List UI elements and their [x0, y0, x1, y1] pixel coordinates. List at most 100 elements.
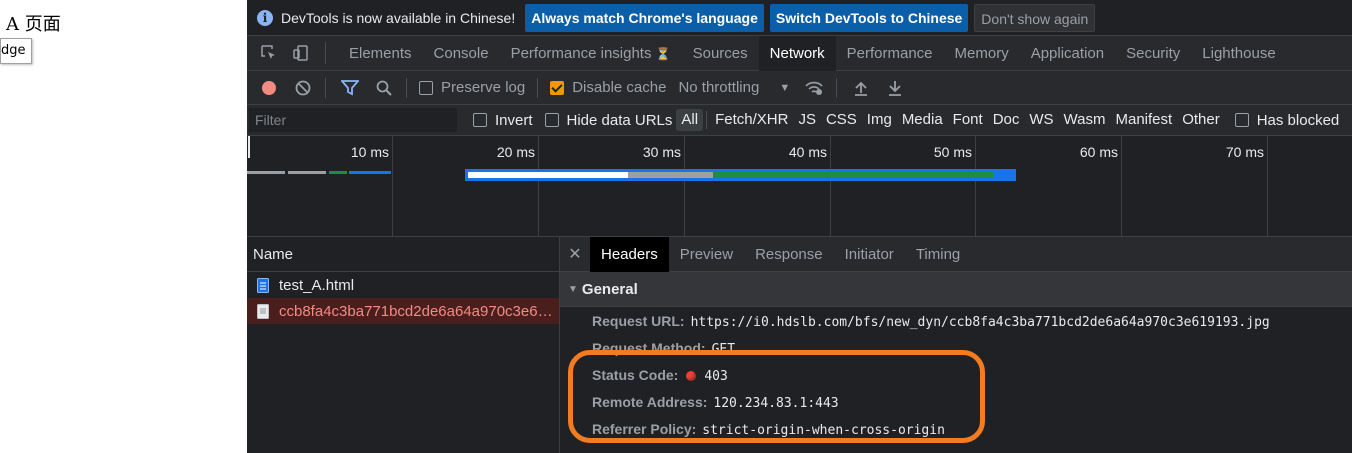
switch-chinese-button[interactable]: Switch DevTools to Chinese [769, 3, 969, 32]
tab-network[interactable]: Network [758, 35, 836, 71]
tab-performance-insights[interactable]: Performance insights ⏳ [500, 36, 682, 71]
type-filter-doc[interactable]: Doc [988, 109, 1025, 131]
type-filter-img[interactable]: Img [862, 109, 897, 131]
request-segment-waiting [713, 172, 993, 178]
tab-elements[interactable]: Elements [338, 36, 423, 71]
request-segment-waiting [247, 171, 285, 174]
tab-response[interactable]: Response [744, 237, 834, 272]
triangle-down-icon: ▼ [568, 283, 578, 295]
request-list: Name test_A.html ccb8fa4c3ba771bcd2de6a6… [247, 237, 560, 453]
devtools-panel: i DevTools is now available in Chinese! … [247, 0, 1352, 453]
status-code-value[interactable]: 403 [704, 369, 727, 384]
hide-data-urls-checkbox[interactable]: Hide data URLs [544, 111, 673, 129]
infobar-message: DevTools is now available in Chinese! [281, 9, 516, 26]
type-filter-other[interactable]: Other [1177, 109, 1225, 131]
close-icon[interactable]: ✕ [560, 244, 590, 264]
tab-performance[interactable]: Performance [836, 36, 944, 71]
referrer-policy-value[interactable]: strict-origin-when-cross-origin [702, 423, 945, 438]
inspect-element-icon[interactable] [259, 43, 279, 63]
general-section-title: General [581, 280, 638, 298]
grid-line [830, 136, 831, 236]
disable-cache-checkbox[interactable]: Disable cache [550, 79, 666, 96]
toolbar-separator [537, 77, 539, 98]
request-url-label: Request URL: [592, 313, 685, 329]
devtools-tabs: Elements Console Performance insights ⏳ … [247, 35, 1352, 71]
type-filter-ws[interactable]: WS [1024, 109, 1058, 131]
tick-label: 20 ms [496, 144, 535, 160]
general-section-header[interactable]: ▼ General [560, 272, 1352, 307]
referrer-policy-row: Referrer Policy: strict-origin-when-cross… [592, 421, 945, 438]
tab-security[interactable]: Security [1115, 36, 1191, 71]
network-conditions-icon[interactable] [804, 78, 824, 98]
grid-line [1121, 136, 1122, 236]
tab-sources[interactable]: Sources [682, 36, 759, 71]
request-method-row: Request Method: GET [592, 340, 735, 357]
document-icon [257, 277, 269, 293]
filter-input[interactable] [249, 108, 457, 132]
import-har-icon[interactable] [851, 78, 871, 98]
tab-initiator[interactable]: Initiator [834, 237, 905, 272]
clear-icon[interactable] [293, 78, 313, 98]
tab-preview[interactable]: Preview [669, 237, 744, 272]
name-column-header[interactable]: Name [247, 237, 559, 272]
type-filter-media[interactable]: Media [897, 109, 948, 131]
tab-timing[interactable]: Timing [905, 237, 971, 272]
status-code-row: Status Code: 403 [592, 367, 728, 384]
preserve-log-box[interactable] [419, 80, 433, 95]
hide-data-urls-label: Hide data URLs [566, 111, 673, 129]
flask-icon: ⏳ [655, 46, 671, 61]
invert-checkbox[interactable]: Invert [473, 112, 533, 129]
disable-cache-label: Disable cache [572, 79, 667, 96]
throttling-select[interactable]: No throttling [678, 79, 759, 96]
invert-label: Invert [495, 111, 533, 129]
request-method-value[interactable]: GET [712, 342, 735, 357]
remote-address-value[interactable]: 120.234.83.1:443 [713, 396, 838, 411]
tab-separator [325, 42, 326, 64]
filter-separator [706, 111, 708, 129]
has-blocked-checkbox[interactable]: Has blocked [1234, 112, 1339, 129]
type-filter-manifest[interactable]: Manifest [1111, 109, 1178, 131]
tab-lighthouse[interactable]: Lighthouse [1191, 36, 1286, 71]
type-filter-js[interactable]: JS [793, 109, 821, 131]
request-row[interactable]: ccb8fa4c3ba771bcd2de6a64a970c3e619193.jp… [247, 298, 559, 324]
toolbar-separator [406, 77, 407, 98]
chevron-down-icon[interactable]: ▼ [779, 82, 790, 94]
info-icon: i [257, 9, 273, 26]
tab-performance-insights-label: Performance insights [510, 44, 652, 62]
tick-label: 70 ms [1225, 144, 1264, 160]
request-segment-queued [468, 172, 628, 178]
type-filter-fetch-xhr[interactable]: Fetch/XHR [710, 109, 793, 131]
has-blocked-box[interactable] [1234, 113, 1249, 127]
filter-bar: Invert Hide data URLs All Fetch/XHR JS C… [247, 105, 1352, 136]
remote-address-label: Remote Address: [592, 394, 708, 410]
export-har-icon[interactable] [885, 78, 905, 98]
request-row[interactable]: test_A.html [247, 272, 559, 298]
tick-label: 50 ms [933, 144, 972, 160]
dont-show-again-button[interactable]: Don't show again [974, 3, 1096, 32]
hide-data-urls-box[interactable] [544, 113, 559, 127]
match-language-button[interactable]: Always match Chrome's language [525, 3, 764, 32]
type-filter-wasm[interactable]: Wasm [1059, 109, 1111, 131]
tab-headers[interactable]: Headers [590, 236, 669, 272]
filter-icon[interactable] [340, 78, 360, 98]
type-filter-font[interactable]: Font [948, 109, 988, 131]
broken-image-alt: dge [1, 43, 26, 58]
toolbar-separator [325, 77, 326, 98]
record-icon[interactable] [259, 78, 279, 98]
tab-console[interactable]: Console [423, 36, 500, 71]
tab-memory[interactable]: Memory [944, 36, 1020, 71]
type-filter-css[interactable]: CSS [821, 109, 862, 131]
type-filter-all[interactable]: All [676, 109, 704, 131]
request-segment-download [349, 171, 391, 174]
tab-application[interactable]: Application [1020, 36, 1115, 71]
timeline-overview[interactable]: 10 ms 20 ms 30 ms 40 ms 50 ms 60 ms 70 m… [247, 136, 1352, 237]
tick-label: 30 ms [642, 144, 681, 160]
device-toolbar-icon[interactable] [291, 43, 311, 63]
request-name: test_A.html [279, 276, 355, 294]
preserve-log-checkbox[interactable]: Preserve log [419, 79, 525, 96]
request-url-value[interactable]: https://i0.hdslb.com/bfs/new_dyn/ccb8fa4… [691, 315, 1270, 330]
disable-cache-box[interactable] [550, 80, 565, 95]
invert-box[interactable] [473, 113, 487, 127]
search-icon[interactable] [374, 78, 394, 98]
preserve-log-label: Preserve log [441, 79, 526, 96]
